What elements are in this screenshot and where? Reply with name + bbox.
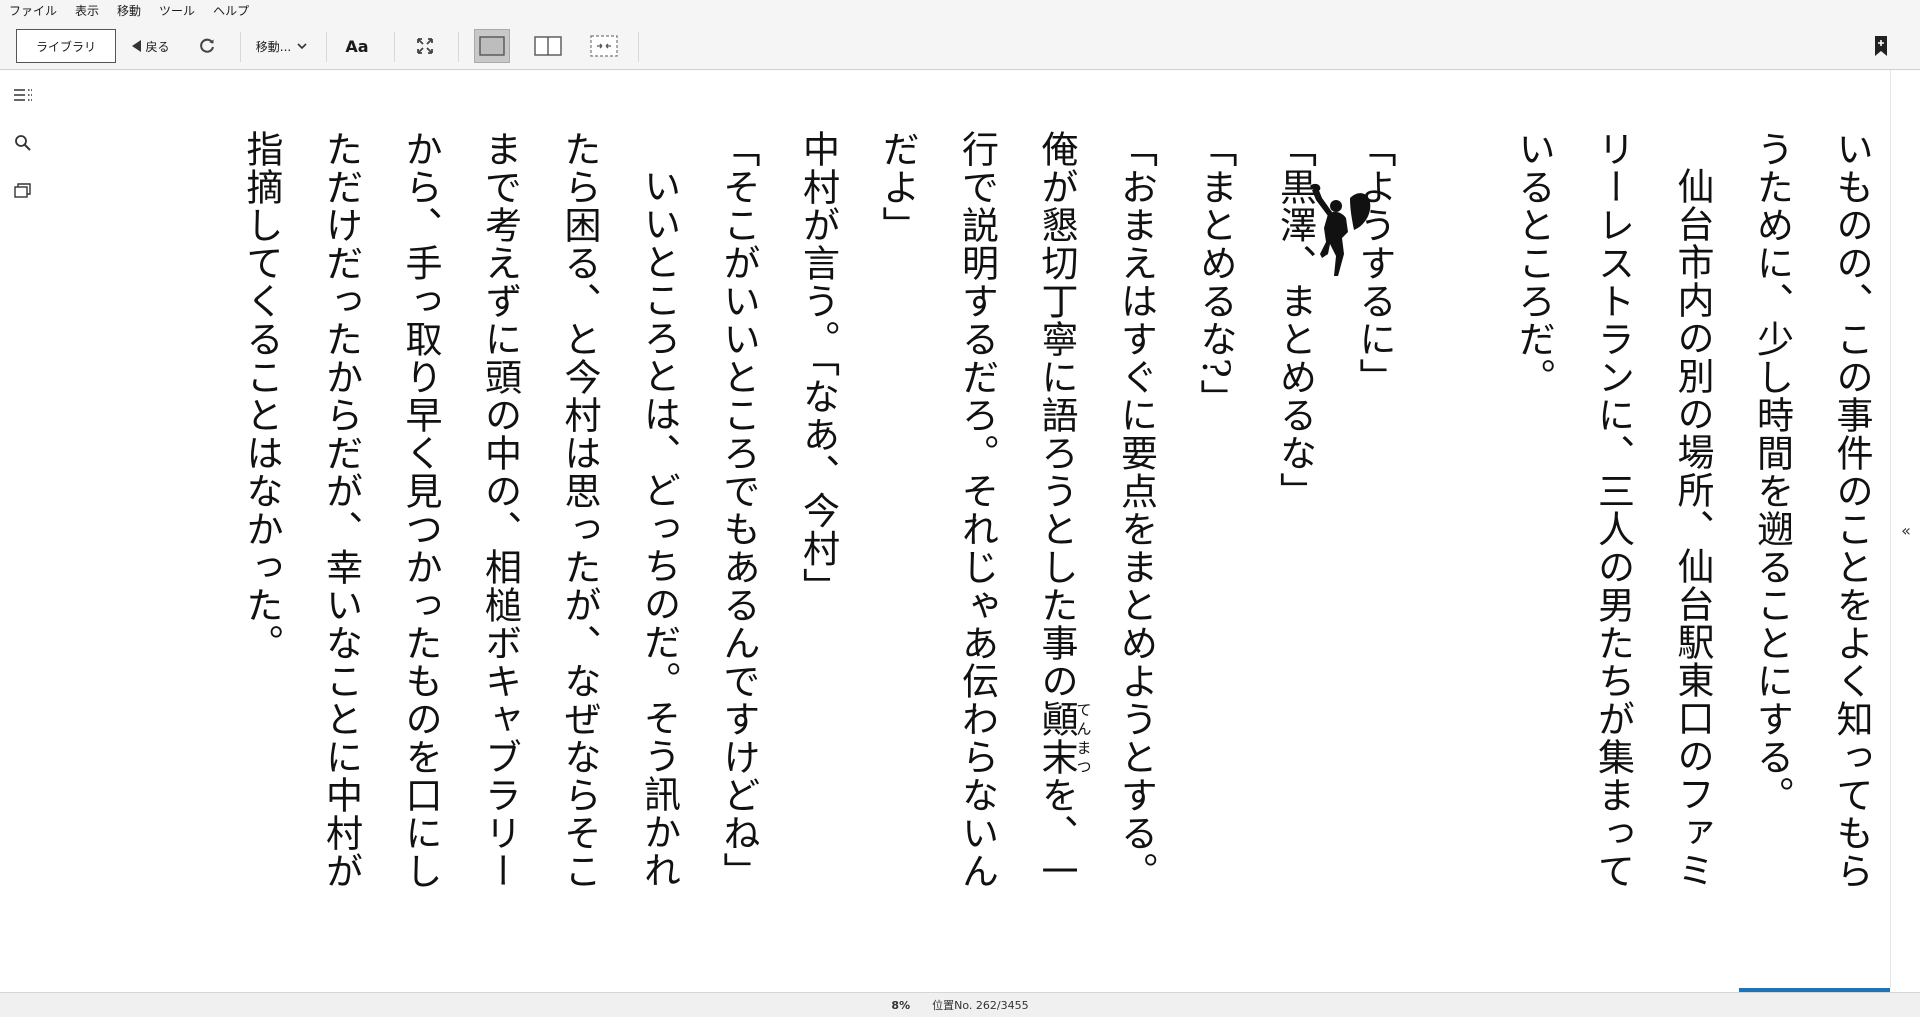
toolbar: ライブラリ 戻る 移動... Aa xyxy=(0,22,1920,70)
menu-bar: ファイル 表示 移動 ツール ヘルプ xyxy=(0,0,1920,22)
sync-button[interactable] xyxy=(192,29,222,63)
single-page-icon xyxy=(479,36,505,56)
location-indicator: 位置No. 262/3455 xyxy=(932,999,1029,1012)
toolbar-separator xyxy=(638,32,639,62)
toc-button[interactable] xyxy=(10,82,36,108)
expand-panel-button[interactable]: « xyxy=(1891,518,1920,542)
font-settings-button[interactable]: Aa xyxy=(340,29,374,63)
table-of-contents-icon xyxy=(14,89,32,101)
book-paragraph: 「おまえはすぐに要点をまとめようとする。俺が懇切丁寧に語ろうとした事の顚末てんま… xyxy=(858,130,1176,920)
goto-label: 移動... xyxy=(255,39,292,54)
goto-dropdown[interactable]: 移動... xyxy=(250,29,314,63)
double-chevron-left-icon: « xyxy=(1901,520,1911,540)
toolbar-separator xyxy=(458,32,459,62)
toolbar-separator xyxy=(240,32,241,62)
add-bookmark-button[interactable] xyxy=(1866,29,1896,63)
menu-go[interactable]: 移動 xyxy=(108,0,150,22)
book-paragraph: 「まとめるな?」 xyxy=(1176,130,1256,920)
search-icon xyxy=(15,135,31,151)
ruby-base: 顚末 xyxy=(1035,700,1078,776)
library-label: ライブラリ xyxy=(35,39,96,54)
book-paragraph: 中村が言う。「なあ、今村」 xyxy=(778,130,858,920)
back-label: 戻る xyxy=(145,39,170,54)
book-paragraph: ​ xyxy=(1414,130,1494,167)
continuous-view-button[interactable] xyxy=(586,29,622,63)
paragraph-text: 「まとめるな?」 xyxy=(1194,130,1237,417)
toolbar-separator xyxy=(394,32,395,62)
paragraph-text: 仙台市内の別の場所、仙台駅東口のファミリーレストランに、三人の男たちが集まってい… xyxy=(1512,130,1714,890)
ruby-reading: てんまつ xyxy=(1074,700,1093,776)
status-bar: 8% 位置No. 262/3455 xyxy=(0,992,1920,1017)
book-paragraph: いものの、この事件のことをよく知ってもらうために、少し時間を遡ることにする。 xyxy=(1732,130,1891,920)
menu-help[interactable]: ヘルプ xyxy=(204,0,258,22)
paragraph-text: いいところとは、どっちのだ。そう訊かれたら困る、と今村は思ったが、なぜならそこま… xyxy=(240,130,681,890)
notes-icon xyxy=(14,183,31,198)
menu-view[interactable]: 表示 xyxy=(66,0,108,22)
paragraph-text: いものの、この事件のことをよく知ってもらうために、少し時間を遡ることにする。 xyxy=(1750,130,1874,890)
right-rail: « xyxy=(1890,70,1920,988)
book-page[interactable]: いものの、この事件のことをよく知ってもらうために、少し時間を遡ることにする。 仙台… xyxy=(46,70,1890,988)
font-settings-label: Aa xyxy=(345,36,369,56)
progress-percent: 8% xyxy=(891,998,911,1012)
two-page-icon xyxy=(534,36,562,56)
book-paragraph: 仙台市内の別の場所、仙台駅東口のファミリーレストランに、三人の男たちが集まってい… xyxy=(1494,130,1733,920)
back-arrow-icon xyxy=(132,40,142,52)
fullscreen-icon xyxy=(417,38,433,54)
sync-icon xyxy=(200,38,214,53)
book-paragraph: 「そこがいいところでもあるんですけどね」 xyxy=(699,130,779,920)
ruby-annotation: 顚末てんまつ xyxy=(1035,700,1093,776)
chevron-down-icon xyxy=(297,43,307,50)
book-paragraph: いいところとは、どっちのだ。そう訊かれたら困る、と今村は思ったが、なぜならそこま… xyxy=(222,130,699,920)
back-button[interactable]: 戻る xyxy=(126,29,176,63)
fullscreen-button[interactable] xyxy=(410,29,440,63)
paragraph-text: 中村が言う。「なあ、今村」 xyxy=(796,130,840,606)
search-button[interactable] xyxy=(10,130,36,156)
two-page-button[interactable] xyxy=(530,29,566,63)
bookmark-add-icon xyxy=(1875,36,1887,56)
toolbar-separator xyxy=(326,32,327,62)
single-page-button[interactable] xyxy=(474,29,510,63)
left-sidebar xyxy=(0,70,47,988)
illustration-figure-icon xyxy=(1310,183,1371,276)
notebook-button[interactable] xyxy=(10,178,36,204)
book-text: いものの、この事件のことをよく知ってもらうために、少し時間を遡ることにする。 仙台… xyxy=(101,130,1891,920)
menu-file[interactable]: ファイル xyxy=(0,0,66,22)
library-button[interactable]: ライブラリ xyxy=(16,29,116,63)
paragraph-text: 「そこがいいところでもあるんですけどね」 xyxy=(717,130,760,890)
menu-tools[interactable]: ツール xyxy=(150,0,204,22)
continuous-view-icon xyxy=(590,35,618,57)
